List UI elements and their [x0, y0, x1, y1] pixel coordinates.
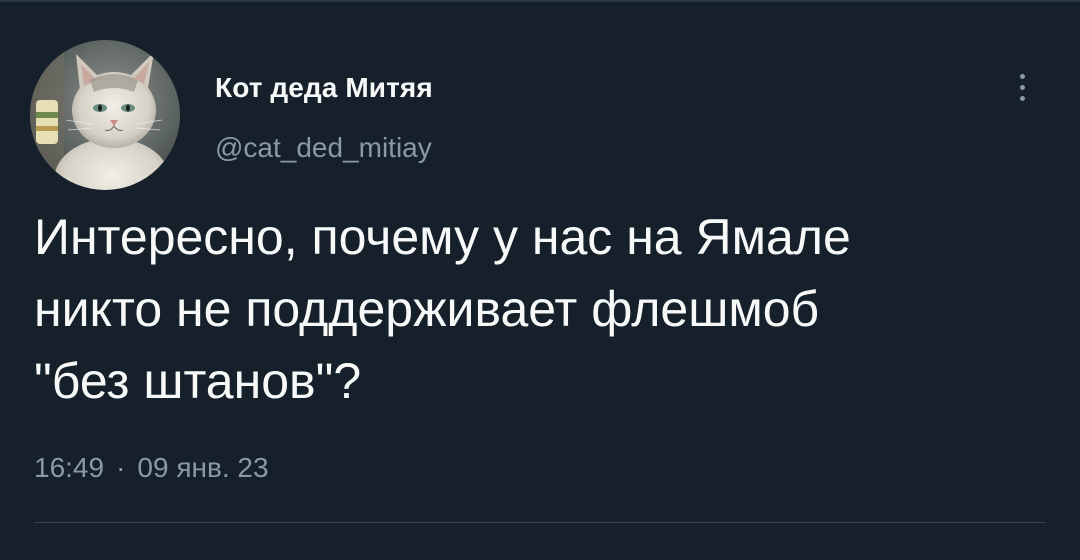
tweet-timestamp[interactable]: 16:49 · 09 янв. 23 — [34, 450, 269, 486]
cat-avatar-image — [30, 40, 180, 190]
more-options-icon[interactable] — [1008, 66, 1036, 108]
tweet-text-line: "без штанов"? — [34, 353, 362, 409]
tweet-time: 16:49 — [34, 452, 105, 483]
meta-separator: · — [116, 452, 126, 483]
author-display-name[interactable]: Кот деда Митяя — [215, 70, 433, 106]
tweet-text-line: Интересно, почему у нас на Ямале — [34, 209, 851, 265]
tweet-text-line: никто не поддерживает флешмоб — [34, 281, 820, 337]
more-dot — [1019, 73, 1025, 79]
avatar[interactable] — [30, 40, 180, 190]
bottom-divider — [34, 522, 1046, 523]
tweet: Кот деда Митяя @cat_ded_mitiay Интересно… — [0, 0, 1080, 560]
more-dot — [1019, 84, 1025, 90]
author-handle[interactable]: @cat_ded_mitiay — [215, 130, 432, 166]
tweet-date: 09 янв. 23 — [137, 452, 269, 483]
tweet-text: Интересно, почему у нас на Ямале никто н… — [34, 201, 1044, 417]
more-dot — [1019, 95, 1025, 101]
